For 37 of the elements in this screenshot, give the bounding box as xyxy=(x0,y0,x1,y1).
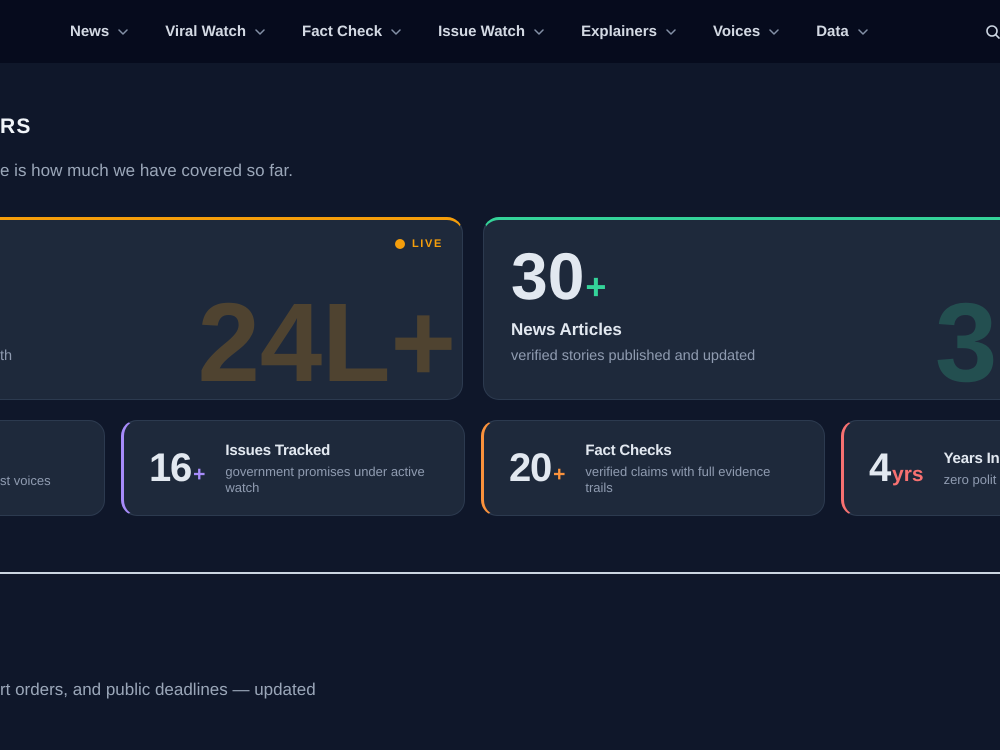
stat-suffix: + xyxy=(553,464,566,485)
chevron-down-icon xyxy=(858,28,868,34)
stat-suffix: yrs xyxy=(892,464,924,485)
stat-suffix: + xyxy=(193,464,206,485)
nav-menu-item[interactable]: Data xyxy=(816,22,868,42)
chevron-down-icon xyxy=(118,28,128,34)
stat-title: Years In xyxy=(944,448,1000,468)
chevron-down-icon xyxy=(666,28,676,34)
stat-description: st voices xyxy=(0,473,52,489)
chevron-down-icon xyxy=(255,28,266,34)
stat-description: zero polit xyxy=(944,472,998,488)
nav-menu-item[interactable]: Explainers xyxy=(581,22,676,42)
stat-description: th xyxy=(0,347,14,366)
section-subtitle: rt orders, and public deadlines — updated xyxy=(0,679,317,701)
stat-description: verified claims with full evidence trails xyxy=(585,464,772,496)
nav-menu-item[interactable]: News xyxy=(70,22,128,42)
stat-title: News Articles xyxy=(511,319,623,341)
stat-title: Fact Checks xyxy=(585,440,673,460)
stat-number: 16 xyxy=(149,448,192,488)
stat-number: 30 xyxy=(511,243,584,309)
stat-title: Issues Tracked xyxy=(225,440,332,460)
nav-menu-item[interactable]: Issue Watch xyxy=(438,22,544,42)
chevron-down-icon xyxy=(391,28,402,34)
stat-number: 4 xyxy=(869,448,890,488)
stat-number: 20 xyxy=(509,448,552,488)
nav-menu-item[interactable]: Fact Check xyxy=(302,22,402,42)
nav-menu-item[interactable]: Voices xyxy=(712,22,780,42)
nav-menu-item[interactable]: Viral Watch xyxy=(165,22,266,42)
section-subtitle: e is how much we have covered so far. xyxy=(0,160,294,182)
section-heading: RS xyxy=(0,114,33,140)
chevron-down-icon xyxy=(534,28,544,34)
search-icon[interactable] xyxy=(986,24,1000,38)
status-label: LIVE xyxy=(412,237,443,252)
stat-description: verified stories published and updated xyxy=(511,347,756,366)
stat-description: government promises under active watch xyxy=(225,464,426,496)
chevron-down-icon xyxy=(769,28,780,34)
stat-suffix: + xyxy=(585,269,606,305)
